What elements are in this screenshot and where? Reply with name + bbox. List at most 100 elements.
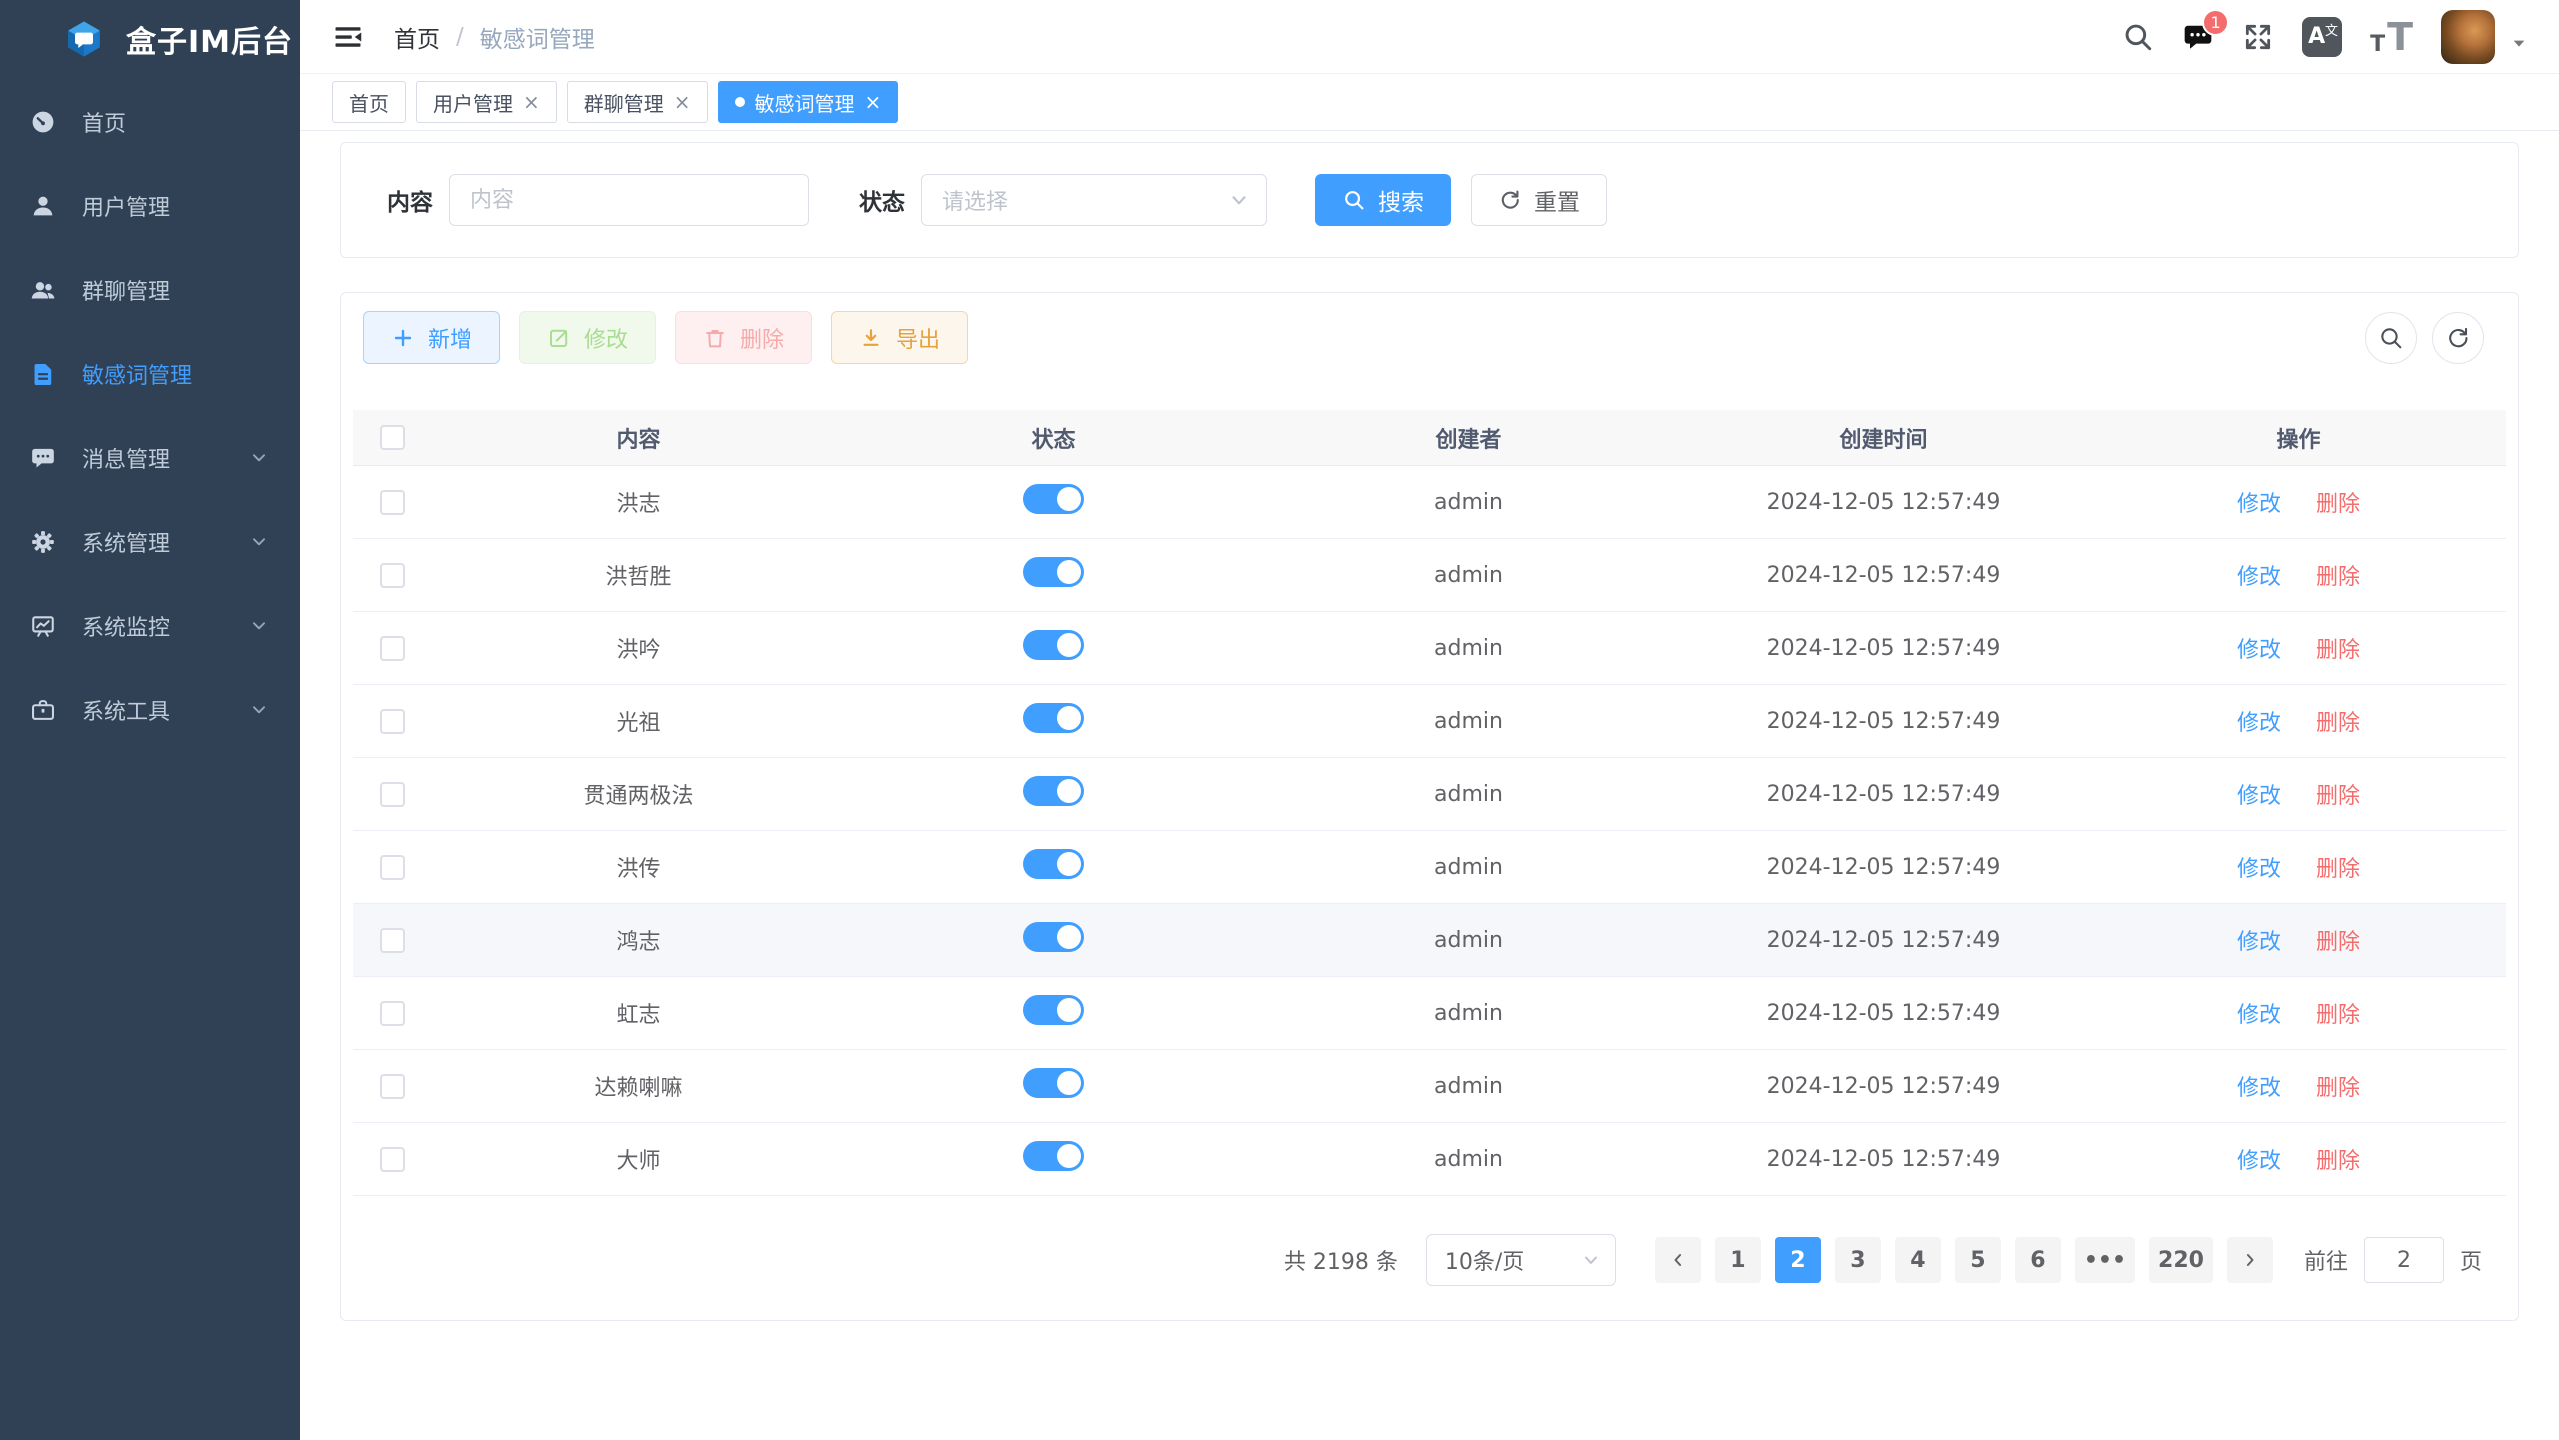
delete-button[interactable]: 删除 [675, 311, 812, 364]
row-checkbox[interactable] [380, 490, 405, 515]
row-checkbox[interactable] [380, 782, 405, 807]
row-checkbox[interactable] [380, 1074, 405, 1099]
user-menu[interactable] [2441, 10, 2527, 64]
page-size-select[interactable]: 10条/页 [1426, 1234, 1616, 1286]
row-edit-link[interactable]: 修改 [2237, 930, 2281, 955]
column-header-creator: 创建者 [1261, 422, 1676, 454]
status-select[interactable]: 请选择 [921, 174, 1267, 226]
sidebar-item-user-management[interactable]: 用户管理 [0, 164, 300, 248]
goto-page-input[interactable] [2364, 1237, 2444, 1283]
message-icon[interactable]: 1 [2182, 21, 2214, 53]
view-tab[interactable]: 用户管理 × [416, 81, 557, 123]
row-delete-link[interactable]: 删除 [2316, 1076, 2360, 1101]
close-icon[interactable]: × [523, 92, 540, 112]
close-icon[interactable]: × [674, 92, 691, 112]
status-toggle[interactable] [1023, 995, 1084, 1025]
goto-label: 前往 [2304, 1244, 2348, 1276]
next-page-button[interactable] [2227, 1237, 2273, 1283]
status-toggle[interactable] [1023, 1068, 1084, 1098]
status-toggle[interactable] [1023, 849, 1084, 879]
page-number-button[interactable]: 1 [1715, 1237, 1761, 1283]
sidebar-collapse-icon[interactable] [332, 22, 364, 52]
row-checkbox[interactable] [380, 709, 405, 734]
page-ellipsis-button[interactable]: ••• [2075, 1237, 2135, 1283]
column-header-created-at: 创建时间 [1676, 422, 2091, 454]
row-checkbox[interactable] [380, 855, 405, 880]
row-edit-link[interactable]: 修改 [2237, 492, 2281, 517]
page-number-button[interactable]: 5 [1955, 1237, 2001, 1283]
page-buttons: 123456 ••• 220 [1708, 1237, 2220, 1283]
row-delete-link[interactable]: 删除 [2316, 857, 2360, 882]
page-number-button[interactable]: 6 [2015, 1237, 2061, 1283]
search-icon[interactable] [2122, 21, 2154, 53]
view-tab[interactable]: 群聊管理 × [567, 81, 708, 123]
row-edit-link[interactable]: 修改 [2237, 857, 2281, 882]
row-delete-link[interactable]: 删除 [2316, 784, 2360, 809]
row-delete-link[interactable]: 删除 [2316, 1003, 2360, 1028]
cell-content: 洪吟 [431, 632, 846, 664]
row-edit-link[interactable]: 修改 [2237, 565, 2281, 590]
view-tab-label: 用户管理 [433, 88, 513, 117]
row-checkbox[interactable] [380, 563, 405, 588]
pagination: 共 2198 条 10条/页 123456•••220 [353, 1234, 2506, 1286]
row-delete-link[interactable]: 删除 [2316, 930, 2360, 955]
add-button[interactable]: 新增 [363, 311, 500, 364]
row-checkbox[interactable] [380, 928, 405, 953]
row-checkbox[interactable] [380, 1147, 405, 1172]
prev-page-button[interactable] [1655, 1237, 1701, 1283]
page-number-button[interactable]: 220 [2149, 1237, 2213, 1283]
row-delete-link[interactable]: 删除 [2316, 711, 2360, 736]
close-icon[interactable]: × [865, 92, 882, 112]
sidebar-item-label: 敏感词管理 [82, 358, 192, 390]
sidebar-item-system-management[interactable]: 系统管理 [0, 500, 300, 584]
sidebar-item-message-management[interactable]: 消息管理 [0, 416, 300, 500]
avatar[interactable] [2441, 10, 2495, 64]
app-title: 盒子IM后台 [126, 17, 293, 61]
status-toggle[interactable] [1023, 630, 1084, 660]
page-number-button[interactable]: 2 [1775, 1237, 1821, 1283]
language-icon[interactable]: A文 [2302, 17, 2342, 57]
show-search-icon[interactable] [2365, 312, 2417, 364]
status-toggle[interactable] [1023, 922, 1084, 952]
sidebar-item-system-tools[interactable]: 系统工具 [0, 668, 300, 752]
row-edit-link[interactable]: 修改 [2237, 638, 2281, 663]
edit-button[interactable]: 修改 [519, 311, 656, 364]
sidebar-item-group-management[interactable]: 群聊管理 [0, 248, 300, 332]
status-toggle[interactable] [1023, 776, 1084, 806]
sidebar-item-home[interactable]: 首页 [0, 80, 300, 164]
row-edit-link[interactable]: 修改 [2237, 784, 2281, 809]
refresh-icon[interactable] [2432, 312, 2484, 364]
row-delete-link[interactable]: 删除 [2316, 1149, 2360, 1174]
breadcrumb-home[interactable]: 首页 [394, 20, 440, 54]
row-delete-link[interactable]: 删除 [2316, 638, 2360, 663]
sidebar-item-system-monitor[interactable]: 系统监控 [0, 584, 300, 668]
select-all-checkbox[interactable] [380, 425, 405, 450]
reset-button[interactable]: 重置 [1471, 174, 1607, 226]
row-edit-link[interactable]: 修改 [2237, 1149, 2281, 1174]
row-edit-link[interactable]: 修改 [2237, 711, 2281, 736]
page-number-button[interactable]: 3 [1835, 1237, 1881, 1283]
view-tab[interactable]: 首页 [332, 81, 406, 123]
export-button[interactable]: 导出 [831, 311, 968, 364]
status-toggle[interactable] [1023, 703, 1084, 733]
view-tab[interactable]: 敏感词管理 × [718, 81, 899, 123]
page-number-button[interactable]: 4 [1895, 1237, 1941, 1283]
row-edit-link[interactable]: 修改 [2237, 1003, 2281, 1028]
fullscreen-icon[interactable] [2242, 21, 2274, 53]
row-delete-link[interactable]: 删除 [2316, 565, 2360, 590]
font-size-icon[interactable]: TT [2370, 18, 2413, 56]
status-toggle[interactable] [1023, 484, 1084, 514]
content-input[interactable] [449, 174, 809, 226]
sidebar-item-sensitive-words[interactable]: 敏感词管理 [0, 332, 300, 416]
row-edit-link[interactable]: 修改 [2237, 1076, 2281, 1101]
row-checkbox[interactable] [380, 636, 405, 661]
goto-suffix: 页 [2460, 1244, 2482, 1276]
status-toggle[interactable] [1023, 557, 1084, 587]
status-toggle[interactable] [1023, 1141, 1084, 1171]
row-delete-link[interactable]: 删除 [2316, 492, 2360, 517]
navbar-right-menu: 1 A文 TT [2122, 10, 2527, 64]
cell-created-at: 2024-12-05 12:57:49 [1676, 709, 2091, 734]
row-checkbox[interactable] [380, 1001, 405, 1026]
search-button[interactable]: 搜索 [1315, 174, 1451, 226]
table-row: 洪传 admin 2024-12-05 12:57:49 修改 删除 [353, 831, 2506, 904]
